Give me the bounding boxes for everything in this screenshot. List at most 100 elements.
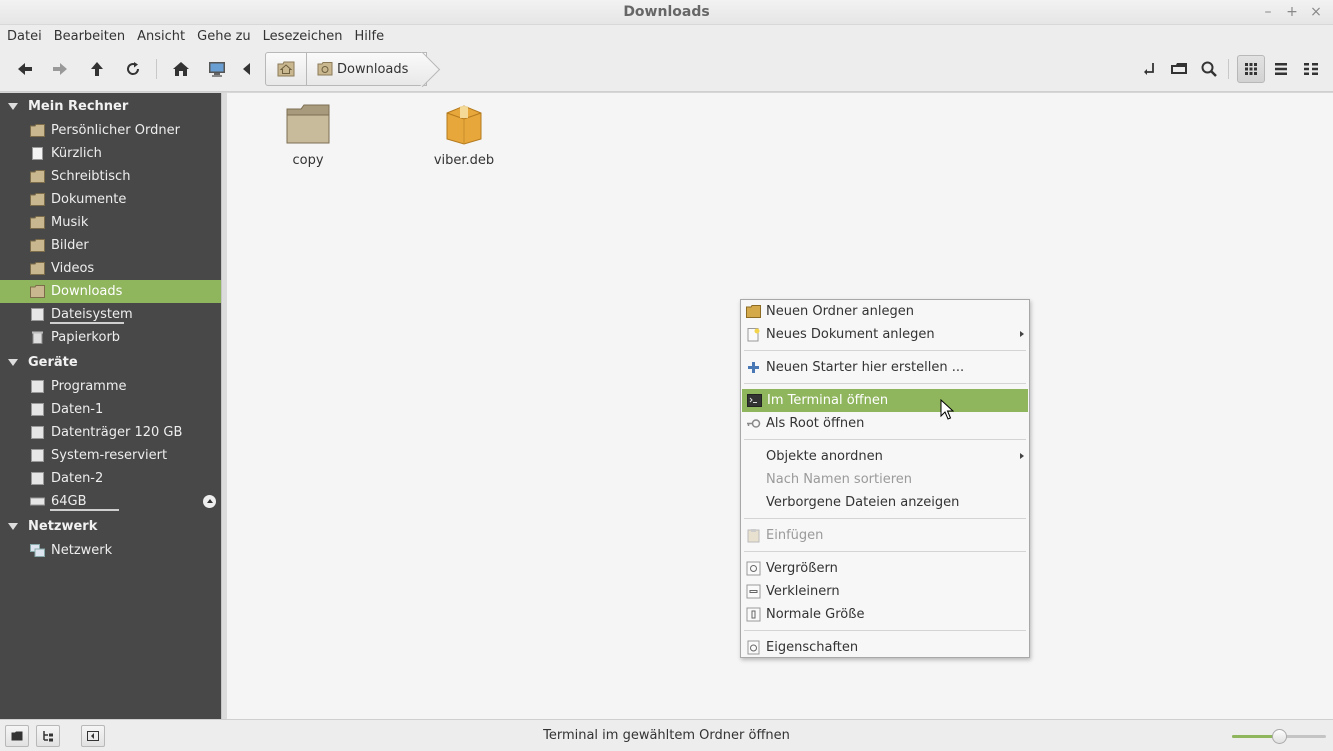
sidebar-item-recent[interactable]: Kürzlich [0,142,221,165]
document-icon [32,147,43,160]
file-name: copy [292,153,324,168]
menu-file[interactable]: Datei [3,29,46,44]
menu-separator [744,630,1026,631]
new-document-icon [747,328,760,342]
breadcrumb-home[interactable] [265,52,307,86]
menu-item-open-terminal[interactable]: Im Terminal öffnen [742,389,1028,412]
list-view-button[interactable] [1267,55,1295,83]
network-icon [30,544,45,557]
back-button[interactable] [11,55,39,83]
menu-item-new-document[interactable]: Neues Dokument anlegen [741,323,1029,346]
list-icon [1275,63,1287,75]
expander-icon [8,102,18,110]
icon-view-button[interactable] [1237,55,1265,83]
file-item[interactable]: copy [263,103,353,168]
menu-separator [744,439,1026,440]
breadcrumb-downloads[interactable]: Downloads [307,52,428,86]
menu-bookmarks[interactable]: Lesezeichen [259,29,347,44]
sidebar-item-daten-2[interactable]: Daten-2 [0,467,221,490]
sidebar-item-programme[interactable]: Programme [0,375,221,398]
breadcrumb-downloads-label: Downloads [337,61,409,77]
sidebar-section-my-computer[interactable]: Mein Rechner [0,93,221,119]
menu-item-normal-size[interactable]: Normale Größe [741,603,1029,626]
status-bar: Terminal im gewähltem Ordner öffnen [0,719,1333,751]
menu-item-paste[interactable]: Einfügen [741,524,1029,547]
menu-help[interactable]: Hilfe [351,29,389,44]
toolbar-separator [1228,59,1229,79]
sidebar-item-daten-1[interactable]: Daten-1 [0,398,221,421]
terminal-icon [747,394,762,407]
zoom-slider[interactable] [1232,729,1326,744]
submenu-arrow-icon [1020,453,1024,459]
menu-item-zoom-in[interactable]: Vergrößern [741,557,1029,580]
minimize-icon[interactable]: – [1261,3,1275,21]
menu-item-properties[interactable]: Eigenschaften [741,636,1029,659]
close-icon[interactable]: × [1309,3,1323,21]
menu-item-show-hidden-files[interactable]: Verborgene Dateien anzeigen [741,491,1029,514]
home-button[interactable] [167,55,195,83]
window-title: Downloads [623,4,710,20]
path-toggle-button[interactable] [236,55,258,83]
desktop-folder-icon [30,170,45,183]
toolbar [0,47,1333,92]
toolbar-separator [156,59,157,79]
menu-separator [744,350,1026,351]
drive-icon [31,426,44,439]
home-folder-icon [30,124,45,137]
drive-icon [31,403,44,416]
zoom-slider-handle[interactable] [1272,729,1287,744]
window-controls: – + × [1261,3,1323,21]
zoom-normal-icon [746,607,761,622]
sidebar-item-downloads[interactable]: Downloads [0,280,221,303]
videos-folder-icon [30,262,45,275]
sidebar-item-pictures[interactable]: Bilder [0,234,221,257]
sidebar-section-network[interactable]: Netzwerk [0,513,221,539]
package-icon [446,105,482,145]
sidebar-item-music[interactable]: Musik [0,211,221,234]
sidebar-item-documents[interactable]: Dokumente [0,188,221,211]
sidebar-item-home[interactable]: Persönlicher Ordner [0,119,221,142]
sidebar-item-videos[interactable]: Videos [0,257,221,280]
menu-view[interactable]: Ansicht [133,29,189,44]
expander-icon [8,358,18,366]
computer-icon [209,62,225,77]
menu-go[interactable]: Gehe zu [193,29,255,44]
sidebar-item-volume-120gb[interactable]: Datenträger 120 GB [0,421,221,444]
title-bar: Downloads – + × [0,0,1333,25]
sidebar-item-system-reserved[interactable]: System-reserviert [0,444,221,467]
menu-item-new-folder[interactable]: Neuen Ordner anlegen [741,300,1029,323]
sidebar: Mein Rechner Persönlicher Ordner Kürzlic… [0,93,221,719]
forward-button[interactable] [46,55,74,83]
drive-icon [31,472,44,485]
compact-view-button[interactable] [1297,55,1325,83]
downloads-folder-icon [317,62,333,76]
menu-item-sort-by-name[interactable]: Nach Namen sortieren [741,468,1029,491]
computer-button[interactable] [203,55,231,83]
file-item[interactable]: viber.deb [419,103,509,168]
sidebar-item-desktop[interactable]: Schreibtisch [0,165,221,188]
menu-item-zoom-out[interactable]: Verkleinern [741,580,1029,603]
menu-item-open-as-root[interactable]: Als Root öffnen [741,412,1029,435]
sidebar-item-network[interactable]: Netzwerk [0,539,221,562]
eject-icon[interactable] [203,495,216,508]
submenu-arrow-icon [1020,331,1024,337]
sidebar-section-devices[interactable]: Geräte [0,349,221,375]
expander-icon [8,522,18,530]
menu-item-arrange-items[interactable]: Objekte anordnen [741,445,1029,468]
triangle-left-icon [243,63,250,75]
sidebar-item-filesystem[interactable]: Dateisystem [0,303,221,326]
menu-separator [744,551,1026,552]
menu-item-new-launcher[interactable]: Neuen Starter hier erstellen ... [741,356,1029,379]
search-button[interactable] [1195,55,1223,83]
sidebar-item-64gb[interactable]: 64GB [0,490,221,513]
sidebar-item-trash[interactable]: Papierkorb [0,326,221,349]
drive-icon [31,449,44,462]
open-terminal-button[interactable] [1135,55,1163,83]
reload-button[interactable] [119,55,147,83]
new-folder-button[interactable] [1165,55,1193,83]
up-button[interactable] [83,55,111,83]
arrow-left-icon [18,63,32,75]
menu-edit[interactable]: Bearbeiten [50,29,129,44]
maximize-icon[interactable]: + [1285,3,1299,21]
menu-separator [744,383,1026,384]
